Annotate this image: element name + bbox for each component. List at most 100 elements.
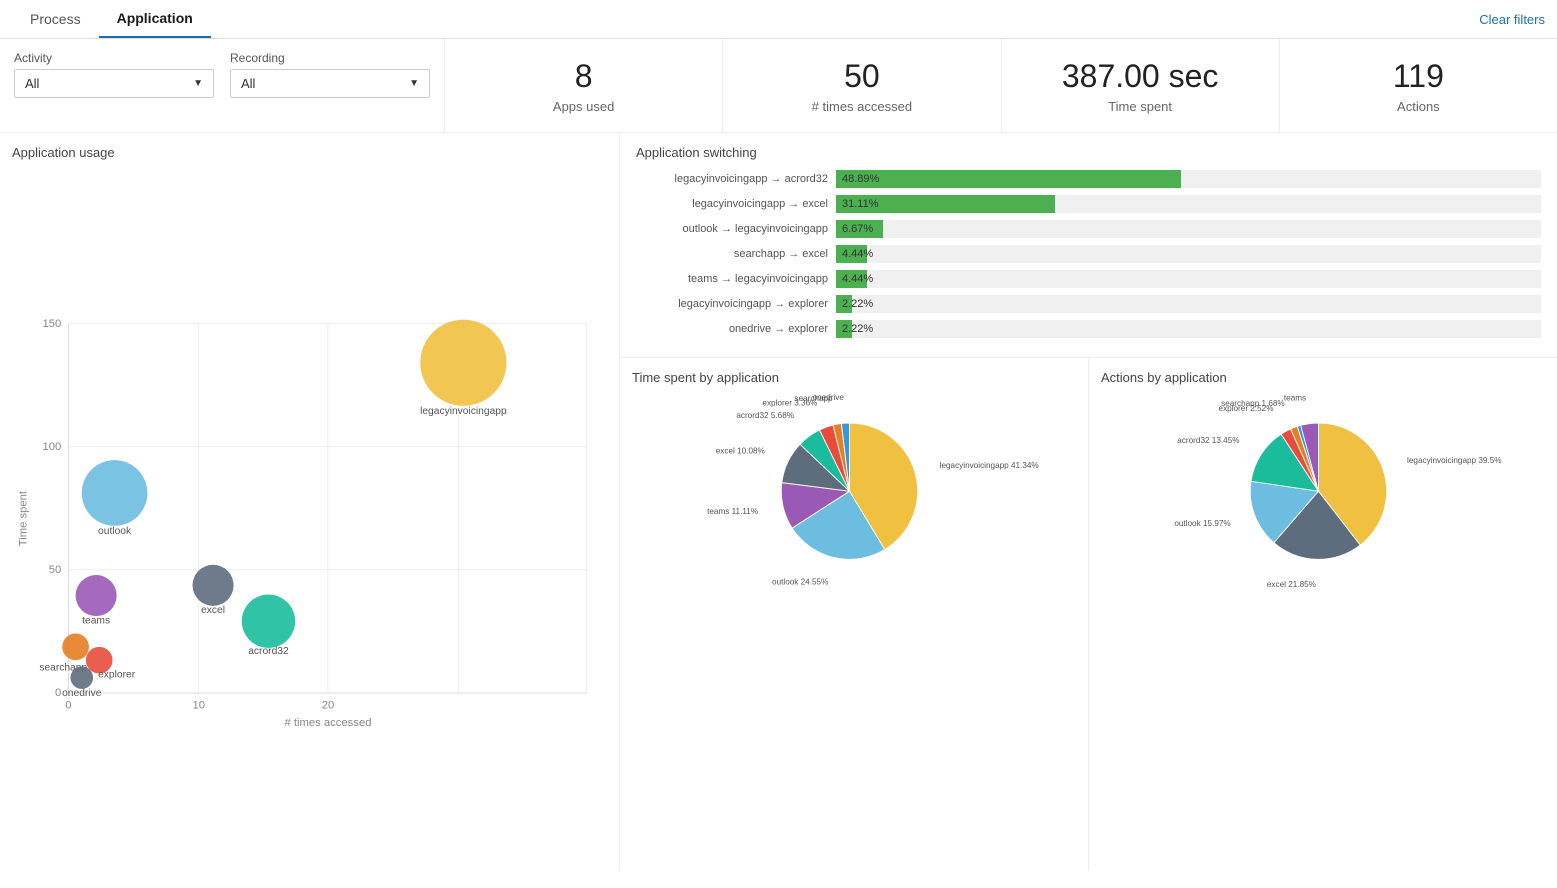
tab-application[interactable]: Application: [99, 0, 211, 38]
actions-pie-area: legacyinvoicingapp 39.5%excel 21.85%outl…: [1101, 393, 1545, 593]
pie-label-0: legacyinvoicingapp 41.34%: [940, 462, 1039, 471]
svg-text:0: 0: [65, 700, 71, 712]
time-spent-chart-box: Time spent by application legacyinvoicin…: [620, 358, 1089, 871]
svg-text:# times accessed: # times accessed: [284, 717, 371, 729]
bar-fill-4: 4.44%: [836, 270, 867, 288]
bars-container: legacyinvoicingapp → acrord3248.89%legac…: [636, 170, 1541, 338]
bar-pct-1: 31.11%: [836, 198, 879, 210]
bar-fill-1: 31.11%: [836, 195, 1055, 213]
bar-fill-0: 48.89%: [836, 170, 1181, 188]
bar-fill-2: 6.67%: [836, 220, 883, 238]
bar-row-0: legacyinvoicingapp → acrord3248.89%: [636, 170, 1541, 188]
scatter-svg: Time spent 150 100 50 0 0 10: [12, 168, 607, 859]
bar-row-3: searchapp → excel4.44%: [636, 245, 1541, 263]
svg-text:50: 50: [49, 564, 62, 576]
pie-label-5: searchapp 1.68%: [1221, 399, 1285, 408]
bar-label-1: legacyinvoicingapp → excel: [636, 198, 836, 210]
pie-label-4: acrord32 5.68%: [736, 411, 794, 420]
times-accessed-label: # times accessed: [743, 99, 980, 114]
svg-text:10: 10: [192, 700, 205, 712]
svg-text:20: 20: [322, 700, 335, 712]
bar-row-4: teams → legacyinvoicingapp4.44%: [636, 270, 1541, 288]
recording-filter-group: Recording All ▼: [230, 51, 430, 98]
bar-track-0: 48.89%: [836, 170, 1541, 188]
svg-text:onedrive: onedrive: [62, 688, 102, 699]
bar-row-1: legacyinvoicingapp → excel31.11%: [636, 195, 1541, 213]
activity-value: All: [25, 76, 39, 91]
app-usage-title: Application usage: [12, 145, 607, 160]
bar-pct-4: 4.44%: [836, 273, 873, 285]
bar-track-1: 31.11%: [836, 195, 1541, 213]
recording-select[interactable]: All ▼: [230, 69, 430, 98]
svg-text:0: 0: [55, 687, 61, 699]
bar-row-2: outlook → legacyinvoicingapp6.67%: [636, 220, 1541, 238]
right-panel: Application switching legacyinvoicingapp…: [620, 133, 1557, 871]
time-spent-chart-title: Time spent by application: [632, 370, 1076, 385]
bar-fill-5: 2.22%: [836, 295, 852, 313]
bar-pct-6: 2.22%: [836, 323, 873, 335]
scatter-container: Time spent 150 100 50 0 0 10: [12, 168, 607, 859]
main-content: Application usage Time spent 150 100 50: [0, 133, 1557, 871]
bar-row-5: legacyinvoicingapp → explorer2.22%: [636, 295, 1541, 313]
bar-fill-3: 4.44%: [836, 245, 867, 263]
bar-pct-0: 48.89%: [836, 173, 879, 185]
actions-chart-box: Actions by application legacyinvoicingap…: [1089, 358, 1557, 871]
bar-label-3: searchapp → excel: [636, 248, 836, 260]
bar-pct-3: 4.44%: [836, 248, 873, 260]
bar-row-6: onedrive → explorer2.22%: [636, 320, 1541, 338]
stat-apps-used: 8 Apps used: [445, 39, 723, 132]
svg-text:explorer: explorer: [98, 670, 136, 681]
bar-label-4: teams → legacyinvoicingapp: [636, 273, 836, 285]
tabs-container: Process Application Clear filters: [0, 0, 1557, 39]
pie-label-7: onedrive: [813, 393, 845, 402]
recording-value: All: [241, 76, 255, 91]
stat-times-accessed: 50 # times accessed: [723, 39, 1001, 132]
bar-label-6: onedrive → explorer: [636, 323, 836, 335]
apps-used-value: 8: [465, 57, 702, 95]
actions-label: Actions: [1300, 99, 1537, 114]
bar-track-4: 4.44%: [836, 270, 1541, 288]
bar-label-5: legacyinvoicingapp → explorer: [636, 298, 836, 310]
pie-label-3: acrord32 13.45%: [1177, 436, 1239, 445]
bar-label-0: legacyinvoicingapp → acrord32: [636, 173, 836, 185]
svg-text:acrord32: acrord32: [248, 646, 289, 657]
svg-text:teams: teams: [82, 616, 110, 627]
activity-filter-group: Activity All ▼: [14, 51, 214, 98]
bar-pct-2: 6.67%: [836, 223, 873, 235]
actions-value: 119: [1300, 57, 1537, 95]
svg-text:excel: excel: [201, 605, 225, 616]
bar-track-6: 2.22%: [836, 320, 1541, 338]
activity-select[interactable]: All ▼: [14, 69, 214, 98]
tab-process[interactable]: Process: [12, 1, 99, 37]
svg-text:outlook: outlook: [98, 526, 132, 537]
stat-time-spent: 387.00 sec Time spent: [1002, 39, 1280, 132]
stats-row: 8 Apps used 50 # times accessed 387.00 s…: [445, 39, 1557, 132]
pie-label-2: teams 11.11%: [707, 507, 758, 516]
recording-chevron-icon: ▼: [409, 78, 419, 89]
bar-label-2: outlook → legacyinvoicingapp: [636, 223, 836, 235]
time-spent-pie-area: legacyinvoicingapp 41.34%outlook 24.55%t…: [632, 393, 1076, 593]
pie-label-2: outlook 15.97%: [1174, 519, 1230, 528]
bar-track-2: 6.67%: [836, 220, 1541, 238]
bar-track-5: 2.22%: [836, 295, 1541, 313]
svg-text:Time spent: Time spent: [17, 491, 29, 547]
stat-actions: 119 Actions: [1280, 39, 1557, 132]
bar-fill-6: 2.22%: [836, 320, 852, 338]
time-spent-value: 387.00 sec: [1022, 57, 1259, 95]
pie-label-0: legacyinvoicingapp 39.5%: [1407, 456, 1502, 465]
bar-track-3: 4.44%: [836, 245, 1541, 263]
svg-text:150: 150: [42, 318, 61, 330]
bar-pct-5: 2.22%: [836, 298, 873, 310]
pie-label-7: teams: [1284, 394, 1306, 403]
activity-label: Activity: [14, 51, 214, 65]
clear-filters-button[interactable]: Clear filters: [1479, 12, 1545, 27]
svg-text:100: 100: [42, 441, 61, 453]
app-switching-title: Application switching: [636, 145, 1541, 160]
app-switching-section: Application switching legacyinvoicingapp…: [620, 133, 1557, 358]
apps-used-label: Apps used: [465, 99, 702, 114]
actions-chart-title: Actions by application: [1101, 370, 1545, 385]
activity-chevron-icon: ▼: [193, 78, 203, 89]
times-accessed-value: 50: [743, 57, 980, 95]
left-panel: Application usage Time spent 150 100 50: [0, 133, 620, 871]
time-spent-label: Time spent: [1022, 99, 1259, 114]
